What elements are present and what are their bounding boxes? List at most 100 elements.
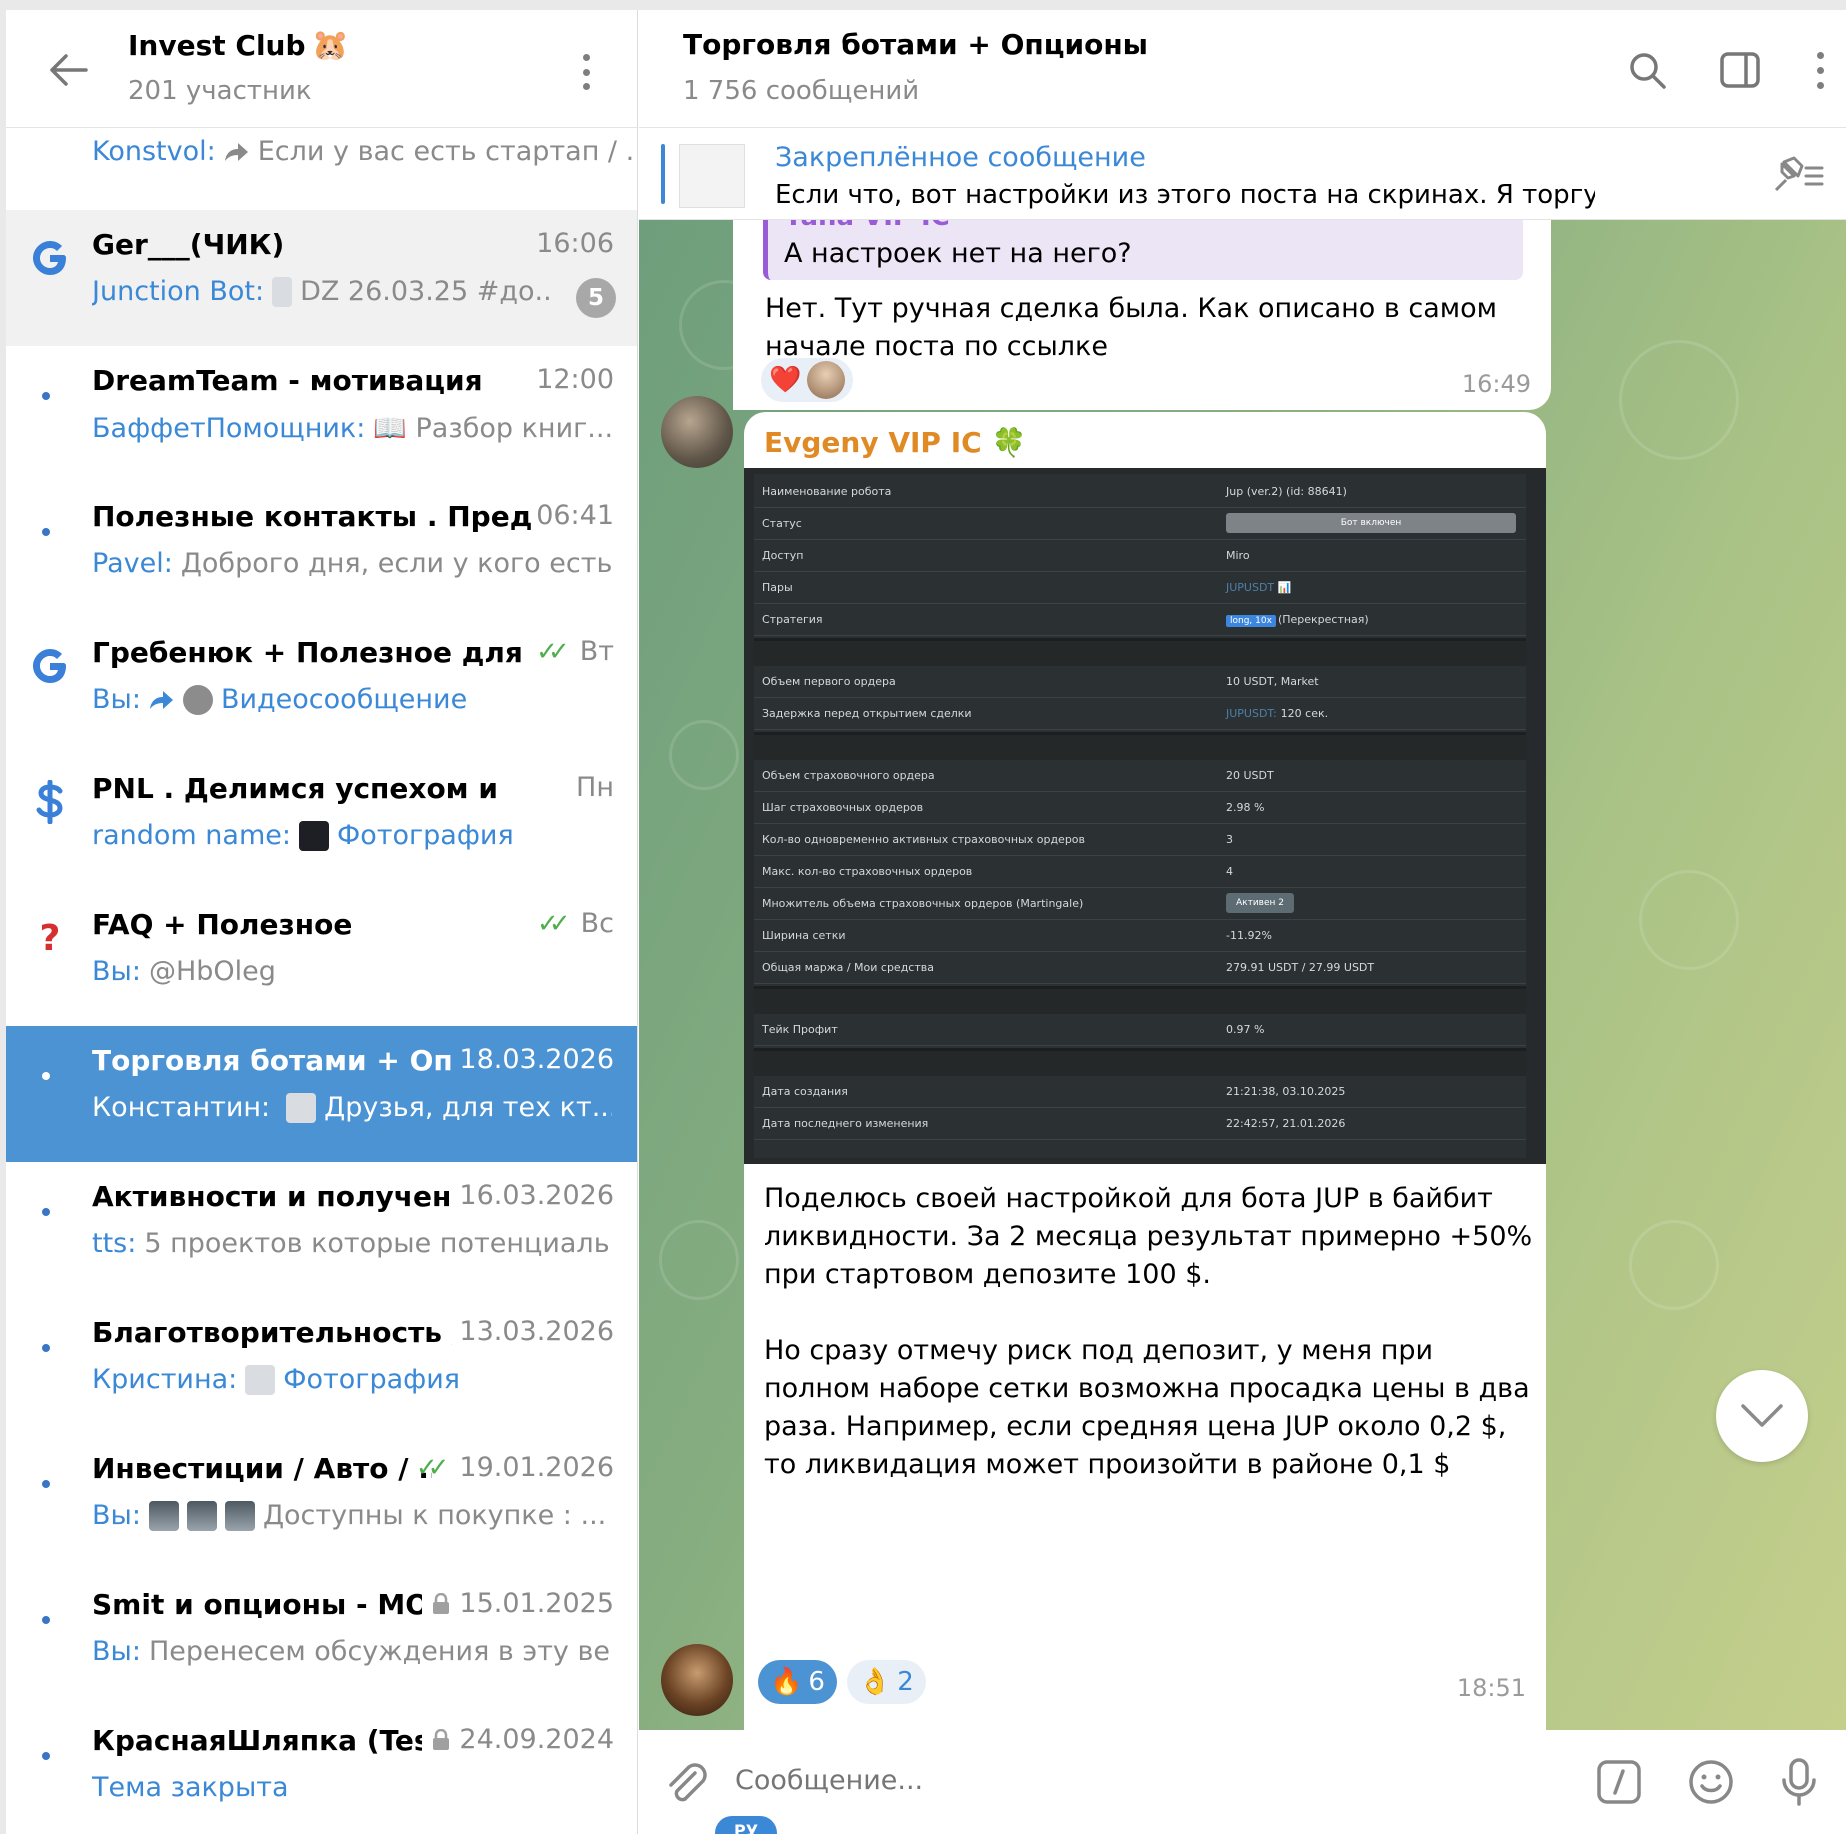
chat-preview: БаффетПомощник: 📖 Разбор книг... (92, 412, 612, 445)
settings-value-text: 279.91 USDT / 27.99 USDT (1226, 961, 1375, 974)
clover-icon: 🍀 (991, 426, 1027, 459)
chat-sender: Кристина: (92, 1364, 238, 1395)
bullet-icon (42, 1344, 50, 1352)
paperclip-icon (669, 1763, 707, 1802)
chat-name: Ger___(ЧИК) (92, 228, 285, 261)
settings-key: Наименование робота (762, 485, 892, 498)
settings-separator (754, 986, 1526, 1014)
message-area[interactable]: Yana VIP IC А настроек нет на него? Нет.… (639, 220, 1846, 1730)
settings-key: Доступ (762, 549, 804, 562)
chat-time: ✓✓ Вс (537, 908, 614, 939)
chat-sender: Pavel: (92, 548, 173, 579)
chat-row[interactable]: Гребенюк + Полезное для ре... ✓✓Вт Вы: В… (6, 618, 637, 754)
chat-time: 06:41 (536, 500, 614, 531)
reaction-fire[interactable]: 🔥 6 (758, 1660, 837, 1704)
dot-icon (582, 68, 590, 76)
pinned-list-button[interactable] (1768, 150, 1828, 202)
chat-row-partial[interactable]: Konstvol: Если у вас есть стартап / ... (6, 128, 637, 210)
emoji-button[interactable] (1685, 1756, 1737, 1808)
message-paragraph: Поделюсь своей настройкой для бота JUP в… (764, 1183, 1533, 1290)
settings-value: 21:21:38, 03.10.2025 (1226, 1085, 1345, 1098)
settings-value-text: JUPUSDT 📊 (1226, 581, 1292, 594)
chat-sender: tts: (92, 1228, 137, 1259)
chat-list: Konstvol: Если у вас есть стартап / ... … (6, 128, 637, 1834)
reaction-heart[interactable]: ❤️ (761, 358, 854, 402)
martingale-pill: Активен 2 (1226, 893, 1294, 913)
chat-preview-text: Фотография (283, 1364, 461, 1395)
chat-time: ✓✓ Вт (536, 636, 614, 667)
image-thumbnail (272, 276, 293, 307)
double-check-icon: ✓✓ (537, 908, 570, 939)
chat-row[interactable]: Инвестиции / Авто / ... ✓✓ 19.01.2026 Вы:… (6, 1434, 637, 1570)
voice-record-button[interactable] (1773, 1756, 1825, 1808)
settings-key: Статус (762, 517, 802, 530)
attached-screenshot[interactable]: Наименование робота Jup (ver.2) (id: 8864… (744, 468, 1546, 1164)
chat-name: FAQ + Полезное (92, 908, 353, 941)
question-mark-icon: ? (39, 917, 61, 959)
chat-row[interactable]: ? FAQ + Полезное ✓✓ Вс Вы: @HbOleg (6, 890, 637, 1026)
message-time: 18:51 (1456, 1674, 1526, 1702)
chat-preview-text: Фотография (336, 820, 514, 851)
settings-row: Множитель объема страховочных ордеров (M… (754, 888, 1526, 920)
back-button[interactable] (42, 44, 94, 96)
chat-preview: random name: Фотография (92, 820, 612, 851)
sidebar-toggle-button[interactable] (1714, 44, 1766, 96)
reaction-ok[interactable]: 👌 2 (846, 1660, 926, 1704)
chat-preview: Тема закрыта (92, 1772, 612, 1803)
settings-value-text: 20 USDT (1226, 769, 1274, 782)
chat-preview: Вы: Перенесем обсуждения в эту ве... (92, 1636, 612, 1667)
quote-author: Yana VIP IC (784, 220, 950, 232)
settings-value: JUPUSDT 📊 (1226, 581, 1291, 594)
double-check-icon: ✓✓ (536, 636, 569, 667)
chat-row[interactable]: PNL . Делимся успехом и Не усп... Пн ran… (6, 754, 637, 890)
pinned-thumbnail (679, 144, 745, 208)
settings-row: Общая маржа / Мои средства 279.91 USDT / … (754, 952, 1526, 984)
more-menu-button[interactable] (1794, 44, 1846, 96)
sender-avatar[interactable] (661, 1644, 733, 1716)
chat-row[interactable]: Активности и получени... 16.03.2026 tts:… (6, 1162, 637, 1298)
chat-title: Торговля ботами + Опционы (683, 28, 1148, 61)
bullet-icon (42, 1208, 50, 1216)
settings-value-text: 3 (1226, 833, 1233, 846)
chat-row-selected[interactable]: Торговля ботами + Опц... 18.03.2026 Конс… (6, 1026, 637, 1162)
chat-sender: Вы: (92, 1500, 141, 1531)
chat-header[interactable]: Торговля ботами + Опционы 1 756 сообщени… (639, 10, 1846, 128)
scroll-to-bottom-button[interactable] (1716, 1370, 1808, 1462)
settings-value: 4 (1226, 865, 1233, 878)
chat-row[interactable]: Ger___(ЧИК) 16:06 Junction Bot: DZ 26.03… (6, 210, 637, 346)
lock-icon (433, 1592, 450, 1614)
chat-time: 16.03.2026 (459, 1180, 614, 1211)
settings-key: Тейк Профит (762, 1023, 838, 1036)
chat-name: КраснаяШляпка (Test... (92, 1724, 422, 1757)
chat-sender: Konstvol: (92, 136, 216, 167)
message-bubble[interactable]: Evgeny VIP IC 🍀 Наименование робота Jup (v… (744, 412, 1546, 1730)
settings-value-text: Miro (1226, 549, 1250, 562)
more-menu-button[interactable] (568, 48, 604, 96)
attach-button[interactable] (659, 1756, 711, 1808)
message-bubble[interactable]: Yana VIP IC А настроек нет на него? Нет.… (733, 220, 1551, 410)
sender-avatar[interactable] (661, 396, 733, 468)
strategy-tag: long, 10x (1226, 615, 1276, 627)
chat-row[interactable]: Smit и опционы - МО... 15.01.2025 Вы: Пе… (6, 1570, 637, 1706)
reply-quote[interactable]: Yana VIP IC А настроек нет на него? (763, 220, 1523, 280)
message-author[interactable]: Evgeny VIP IC 🍀 (764, 426, 1027, 459)
chat-row[interactable]: Благотворительность / ... 13.03.2026 Кри… (6, 1298, 637, 1434)
chat-name: Благотворительность / ... (92, 1316, 452, 1349)
chat-row[interactable]: DreamTeam - мотивация 12:00 БаффетПомощн… (6, 346, 637, 482)
chat-row[interactable]: КраснаяШляпка (Test... 24.09.2024 Тема з… (6, 1706, 637, 1834)
chat-name: Торговля ботами + Опц... (92, 1044, 452, 1077)
chat-preview: Junction Bot: DZ 26.03.25 #до... (92, 276, 552, 307)
dot-icon (582, 83, 590, 90)
settings-value-text: 4 (1226, 865, 1233, 878)
pinned-message-bar[interactable]: Закреплённое сообщение Если что, вот нас… (639, 128, 1846, 220)
bot-commands-button[interactable] (1593, 1756, 1645, 1808)
settings-row: Шаг страховочных ордеров 2.98 % (754, 792, 1526, 824)
message-input[interactable] (735, 1758, 1335, 1802)
search-button[interactable] (1621, 44, 1673, 96)
photo-thumbnail (298, 820, 329, 851)
conversation-panel: Торговля ботами + Опционы 1 756 сообщени… (639, 10, 1846, 1834)
heart-icon: ❤️ (769, 365, 802, 395)
settings-value: 22:42:57, 21.01.2026 (1226, 1117, 1345, 1130)
settings-key: Дата создания (762, 1085, 848, 1098)
chat-row[interactable]: Полезные контакты . Предло... 06:41 Pave… (6, 482, 637, 618)
